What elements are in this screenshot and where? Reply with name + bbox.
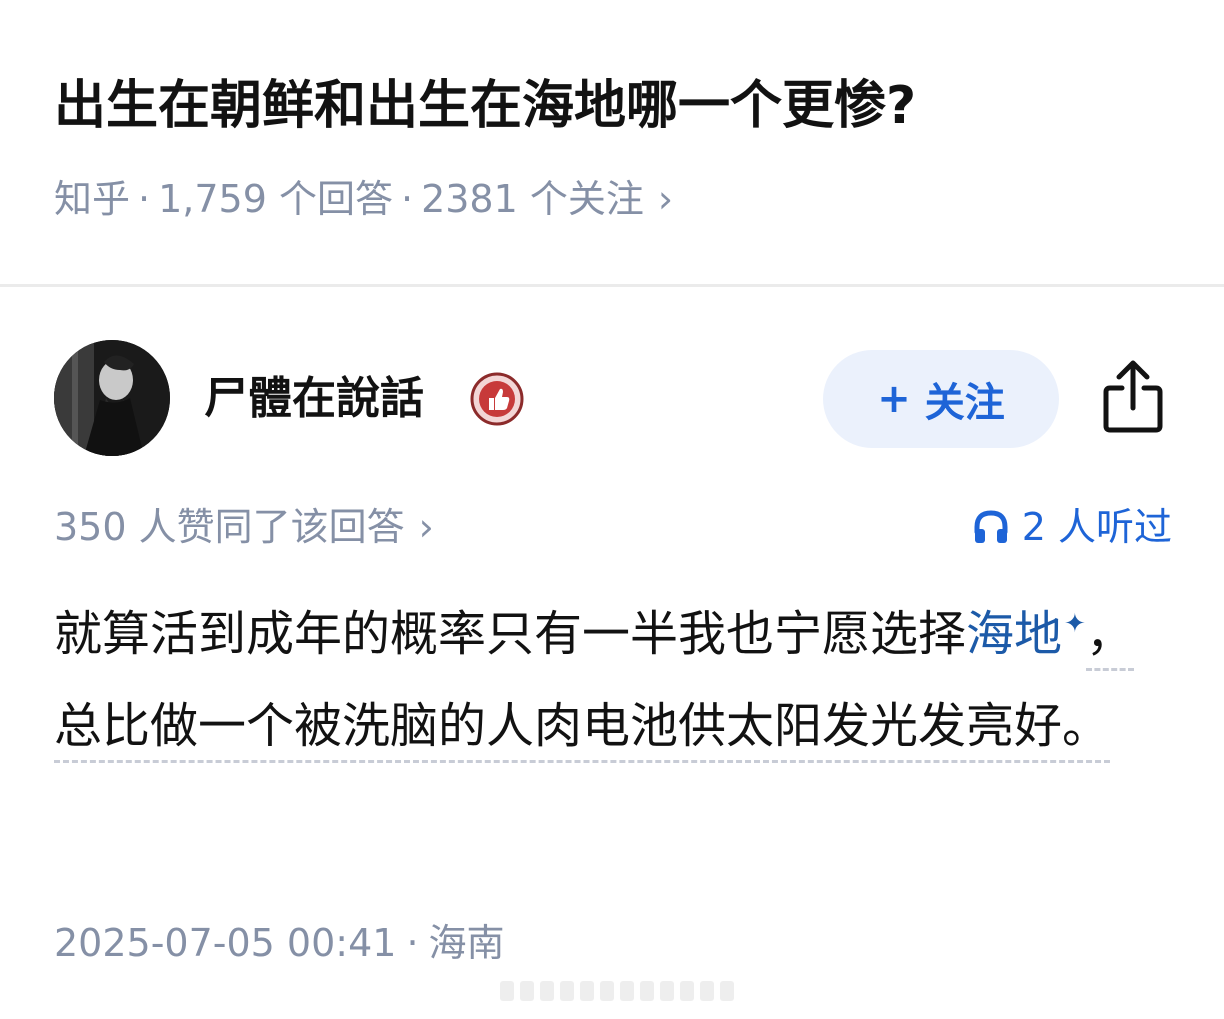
headphones-icon	[974, 510, 1008, 543]
vote-count[interactable]: 350 人赞同了该回答 ›	[54, 500, 434, 554]
location-text: 海南	[428, 921, 505, 965]
follow-button[interactable]: + 关注	[823, 350, 1059, 448]
separator-dot: ·	[400, 177, 414, 221]
watermark	[500, 976, 740, 1006]
follow-label: 关注	[924, 380, 1005, 426]
separator-dot: ·	[138, 177, 151, 221]
followers-count: 2381 个关注	[421, 177, 644, 221]
separator-dot: ·	[406, 921, 419, 965]
thumbs-up-badge-icon	[470, 372, 524, 426]
share-icon[interactable]	[1098, 358, 1168, 434]
timestamp-text: 2025-07-05 00:41	[54, 921, 397, 965]
question-meta[interactable]: 知乎 · 1,759 个回答 · 2381 个关注 ›	[54, 172, 673, 226]
vote-text: 350 人赞同了该回答	[54, 505, 405, 549]
chevron-right-icon: ›	[418, 505, 434, 549]
answers-count: 1,759 个回答	[158, 177, 393, 221]
author-name[interactable]: 尸體在說話	[204, 368, 424, 430]
listen-count[interactable]: 2 人听过	[972, 500, 1172, 554]
source-label: 知乎	[54, 177, 131, 221]
plus-icon: +	[877, 376, 911, 422]
avatar[interactable]	[54, 340, 170, 456]
answer-body: 就算活到成年的概率只有一半我也宁愿选择海地✦，总比做一个被洗脑的人肉电池供太阳发…	[54, 588, 1174, 772]
section-divider	[0, 284, 1224, 287]
answer-text-1: 就算活到成年的概率只有一半我也宁愿选择	[54, 606, 967, 662]
chevron-right-icon: ›	[657, 177, 674, 221]
question-title[interactable]: 出生在朝鲜和出生在海地哪一个更惨?	[54, 70, 916, 142]
sparkle-icon: ✦	[1064, 609, 1086, 639]
listen-text: 2 人听过	[1021, 505, 1172, 549]
answer-timestamp: 2025-07-05 00:41 · 海南	[54, 916, 505, 970]
keyword-link[interactable]: 海地	[966, 606, 1062, 662]
